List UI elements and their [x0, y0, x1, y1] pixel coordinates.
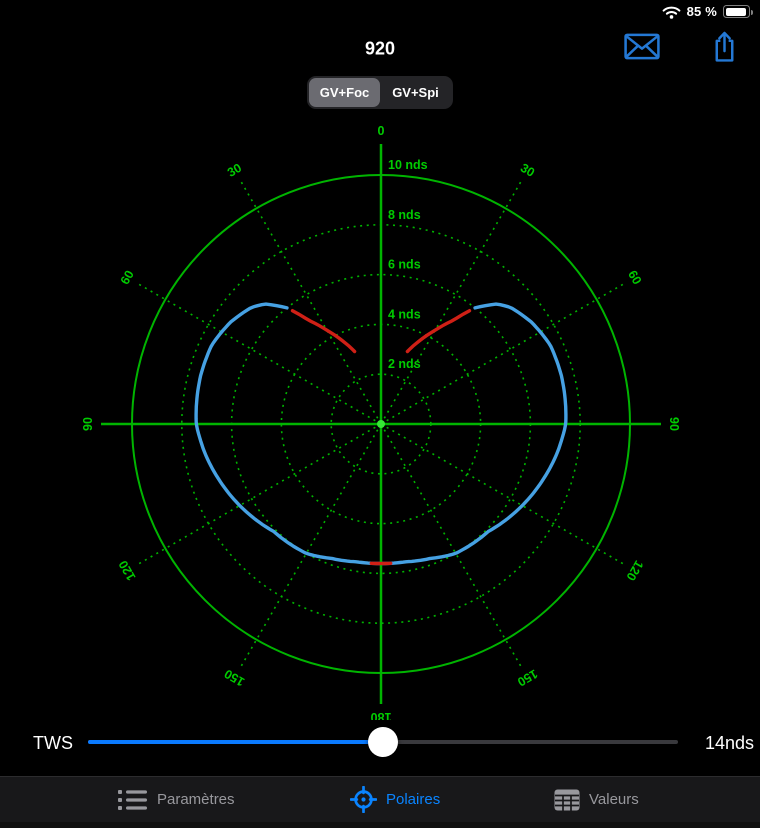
bottom-edge-strip: [0, 822, 760, 828]
angle-label-0: 0: [378, 124, 385, 138]
angle-label--120: 120: [116, 558, 139, 583]
sail-config-segmented-control: GV+Foc GV+Spi: [307, 76, 453, 109]
angle-ray--120: [139, 424, 381, 564]
tws-slider-knob[interactable]: [368, 727, 398, 757]
ring-label-10nds: 10 nds: [388, 158, 428, 172]
share-button[interactable]: [712, 31, 737, 68]
tab-polaires[interactable]: Polaires: [350, 777, 440, 822]
chart-center-dot: [377, 420, 385, 428]
app-screen: 85 % 920 GV+Foc GV+Spi 2: [0, 0, 760, 828]
battery-fill: [726, 8, 746, 16]
tws-slider-fill: [88, 740, 383, 744]
angle-label--30: 30: [225, 161, 244, 180]
tab-label: Polaires: [386, 791, 440, 808]
status-right-cluster: 85 %: [662, 4, 750, 19]
wifi-icon: [662, 5, 681, 19]
ring-label-4nds: 4 nds: [388, 307, 421, 321]
angle-ray--30: [241, 182, 381, 424]
vmg-upwind-segment-port: [293, 311, 355, 352]
polar-chart-area: 2 nds 4 nds 6 nds 8 nds 10 nds 0 30 30 60 60 90 90 1…: [0, 108, 760, 720]
table-icon: [554, 789, 580, 811]
tws-label: TWS: [33, 733, 73, 754]
angle-label-150: 150: [515, 666, 540, 689]
tab-parametres[interactable]: Paramètres: [118, 777, 235, 822]
nav-bar: 920: [0, 26, 760, 72]
list-icon: [118, 789, 148, 811]
tab-valeurs[interactable]: Valeurs: [554, 777, 639, 822]
share-icon: [712, 31, 737, 63]
status-bar: 85 %: [0, 0, 760, 26]
boat-speed-polar-GV+Foc-port: [196, 304, 379, 563]
angle-label-90: 90: [667, 417, 681, 431]
ring-label-2nds: 2 nds: [388, 357, 421, 371]
target-icon: [350, 786, 377, 813]
ring-label-8nds: 8 nds: [388, 208, 421, 222]
battery-percentage: 85 %: [687, 4, 717, 19]
battery-icon: [723, 5, 750, 18]
angle-label-120: 120: [623, 558, 646, 583]
angle-label--90: 90: [81, 417, 95, 431]
tws-value: 14nds: [705, 733, 754, 754]
angle-label-60: 60: [625, 268, 644, 287]
angle-label-30: 30: [518, 161, 537, 180]
angle-label--150: 150: [222, 666, 247, 689]
boat-speed-polar-GV+Foc-starboard: [383, 304, 566, 563]
tab-label: Paramètres: [157, 791, 235, 808]
angle-ray-120: [381, 424, 623, 564]
segment-gv-spi[interactable]: GV+Spi: [380, 78, 451, 107]
page-title: 920: [365, 39, 395, 60]
envelope-icon: [624, 33, 660, 60]
tab-label: Valeurs: [589, 791, 639, 808]
segment-gv-foc[interactable]: GV+Foc: [309, 78, 380, 107]
angle-ray-150: [381, 424, 521, 666]
polar-diagram: 2 nds 4 nds 6 nds 8 nds 10 nds 0 30 30 60 60 90 90 1…: [0, 108, 760, 720]
tws-slider-row: TWS 14nds: [0, 714, 760, 772]
mail-button[interactable]: [624, 33, 660, 65]
tab-bar: Paramètres Polaires Va: [0, 776, 760, 822]
angle-label--60: 60: [118, 268, 137, 287]
angle-ray--150: [241, 424, 381, 666]
battery-cap: [751, 10, 754, 15]
ring-label-6nds: 6 nds: [388, 258, 421, 272]
